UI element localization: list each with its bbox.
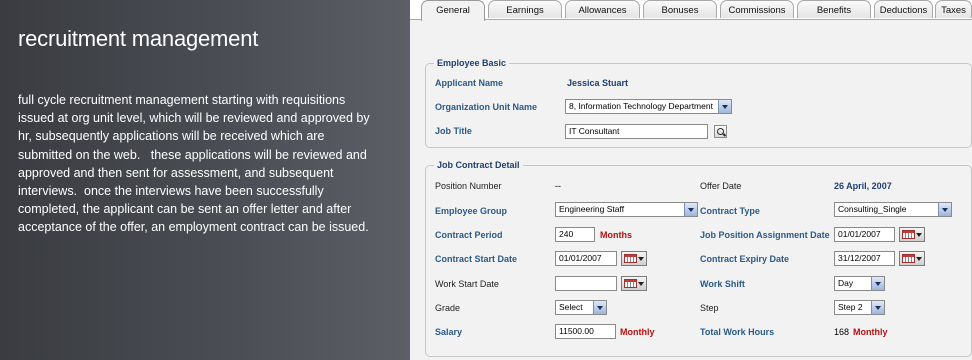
offer-date-label: Offer Date xyxy=(700,181,742,191)
work-shift-select-value: Day xyxy=(838,278,854,288)
contract-expiry-input[interactable]: 31/12/2007 xyxy=(834,251,895,266)
total-hours-value: 168 xyxy=(834,327,850,337)
position-number-label: Position Number xyxy=(435,181,502,191)
search-icon[interactable] xyxy=(714,125,727,138)
calendar-icon[interactable] xyxy=(621,276,647,291)
contract-period-label: Contract Period xyxy=(435,230,503,240)
chevron-down-icon xyxy=(593,301,606,314)
grade-select[interactable]: Select xyxy=(555,300,607,315)
calendar-icon[interactable] xyxy=(621,251,647,266)
contract-start-input[interactable]: 01/01/2007 xyxy=(555,251,617,266)
tab-benefits[interactable]: Benefits xyxy=(797,0,871,18)
salary-unit: Monthly xyxy=(620,327,655,337)
calendar-icon[interactable] xyxy=(899,251,925,266)
applicant-name-value: Jessica Stuart xyxy=(567,78,629,88)
intro-description: full cycle recruitment management starti… xyxy=(18,93,374,235)
contract-period-input[interactable]: 240 xyxy=(555,227,595,242)
intro-panel: recruitment management full cycle recrui… xyxy=(0,0,410,360)
hr-app-window: General Earnings Allowances Bonuses Comm… xyxy=(410,0,972,360)
tab-bar: General Earnings Allowances Bonuses Comm… xyxy=(410,0,972,21)
contract-type-label: Contract Type xyxy=(700,206,760,216)
tab-allowances[interactable]: Allowances xyxy=(565,0,640,18)
chevron-down-icon xyxy=(684,203,697,216)
employee-group-label: Employee Group xyxy=(435,206,508,216)
grade-select-value: Select xyxy=(559,302,583,312)
contract-start-label: Contract Start Date xyxy=(435,254,518,264)
salary-label: Salary xyxy=(435,327,463,337)
chevron-down-icon xyxy=(718,100,731,113)
contract-period-unit: Months xyxy=(600,230,632,240)
work-shift-label: Work Shift xyxy=(700,279,745,289)
org-unit-select-value: 8, Information Technology Department xyxy=(569,101,713,111)
org-unit-label: Organization Unit Name xyxy=(435,102,538,112)
total-hours-unit: Monthly xyxy=(853,327,888,337)
chevron-down-icon xyxy=(938,203,951,216)
step-select[interactable]: Step 2 xyxy=(834,300,885,315)
work-start-label: Work Start Date xyxy=(435,279,499,289)
tab-general[interactable]: General xyxy=(421,0,485,21)
work-start-input[interactable] xyxy=(555,276,617,291)
total-hours-label: Total Work Hours xyxy=(700,327,775,337)
tab-taxes[interactable]: Taxes xyxy=(935,0,972,18)
salary-input[interactable]: 11500.00 xyxy=(555,324,616,339)
position-number-value: -- xyxy=(555,181,561,191)
step-select-value: Step 2 xyxy=(838,302,863,312)
job-contract-legend: Job Contract Detail xyxy=(437,160,520,170)
work-shift-select[interactable]: Day xyxy=(834,276,885,291)
employee-basic-legend: Employee Basic xyxy=(437,58,507,68)
contract-type-select-value: Consulting_Single xyxy=(838,204,907,214)
job-title-label: Job Title xyxy=(435,126,472,136)
employee-group-select[interactable]: Engineering Staff xyxy=(555,202,698,217)
calendar-icon[interactable] xyxy=(899,227,925,242)
tab-bonuses[interactable]: Bonuses xyxy=(643,0,717,18)
org-unit-select[interactable]: 8, Information Technology Department xyxy=(565,99,732,114)
employee-group-select-value: Engineering Staff xyxy=(559,204,625,214)
assignment-date-input[interactable]: 01/01/2007 xyxy=(834,227,895,242)
step-label: Step xyxy=(700,303,719,313)
grade-label: Grade xyxy=(435,303,461,313)
tab-earnings[interactable]: Earnings xyxy=(488,0,562,18)
contract-expiry-label: Contract Expiry Date xyxy=(700,254,790,264)
applicant-name-label: Applicant Name xyxy=(435,78,504,88)
intro-heading: recruitment management xyxy=(18,26,259,51)
tab-commissions[interactable]: Commissions xyxy=(720,0,794,18)
contract-type-select[interactable]: Consulting_Single xyxy=(834,202,952,217)
tab-deductions[interactable]: Deductions xyxy=(874,0,933,18)
offer-date-value: 26 April, 2007 xyxy=(834,181,892,191)
chevron-down-icon xyxy=(871,277,884,290)
job-title-input[interactable]: IT Consultant xyxy=(565,124,708,139)
tab-bar-baseline xyxy=(410,19,972,20)
chevron-down-icon xyxy=(871,301,884,314)
assignment-date-label: Job Position Assignment Date xyxy=(700,230,830,240)
